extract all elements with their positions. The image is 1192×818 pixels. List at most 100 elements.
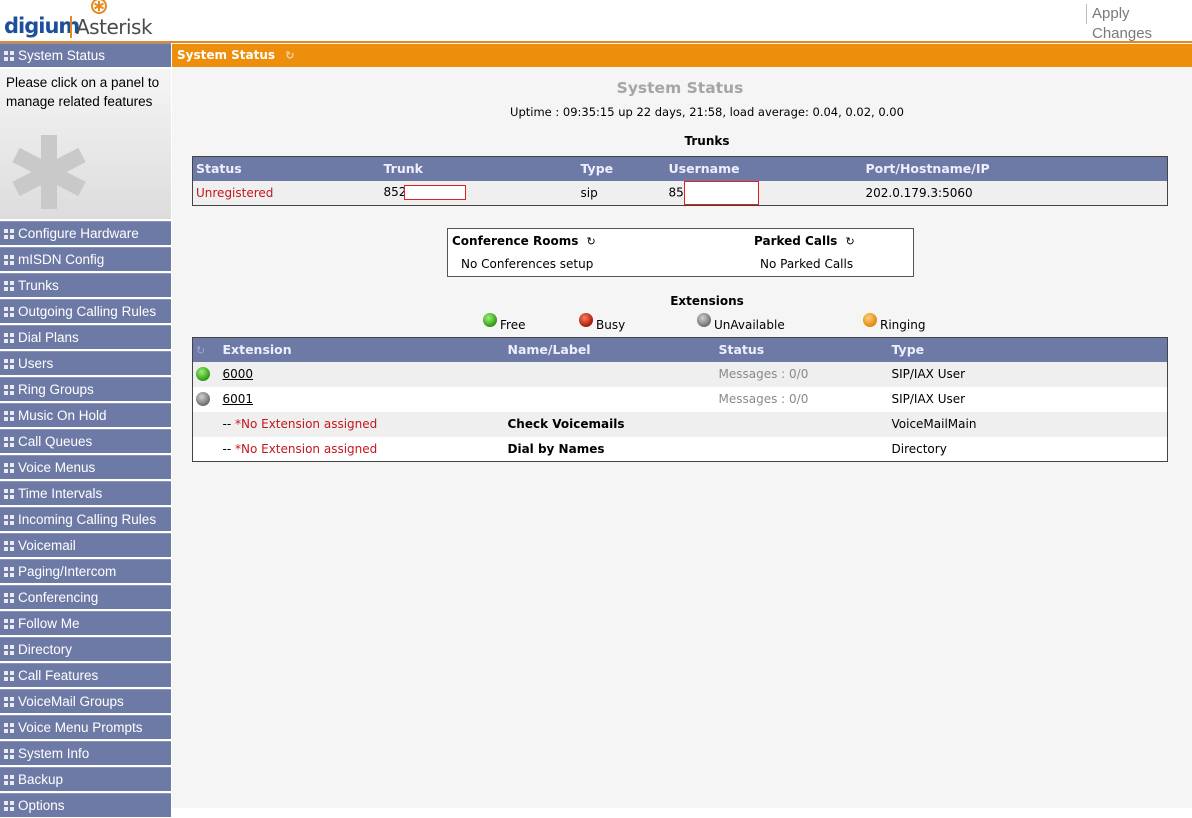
- legend-busy: Busy: [579, 313, 625, 332]
- no-extension-text: *No Extension assigned: [234, 441, 378, 456]
- sidebar-item-system-status[interactable]: System Status: [0, 43, 171, 67]
- extension-state: [193, 437, 220, 462]
- trunks-table: Status Trunk Type Username Port/Hostname…: [192, 156, 1168, 206]
- no-extension-text: *No Extension assigned: [234, 417, 378, 431]
- sidebar-item-label: VoiceMail Groups: [18, 694, 124, 709]
- sidebar: System Status Please click on a panel to…: [0, 43, 171, 817]
- apply-changes-button[interactable]: Apply Changes: [1086, 4, 1192, 42]
- sidebar-item-outgoing-calling-rules[interactable]: Outgoing Calling Rules: [0, 299, 171, 323]
- sidebar-item-configure-hardware[interactable]: Configure Hardware: [0, 221, 171, 245]
- extension-link[interactable]: 6001: [223, 392, 254, 406]
- sidebar-item-options[interactable]: Options: [0, 793, 171, 817]
- legend-label: Busy: [596, 318, 626, 332]
- sidebar-item-directory[interactable]: Directory: [0, 637, 171, 661]
- panel-grid-icon: [4, 281, 14, 291]
- extension-number: 6000: [219, 361, 505, 387]
- column-header: Extension: [219, 337, 505, 362]
- column-header: Name/Label: [504, 337, 716, 362]
- panel-grid-icon: [4, 359, 14, 369]
- sidebar-item-dial-plans[interactable]: Dial Plans: [0, 325, 171, 349]
- trunk-username: 85: [665, 180, 863, 206]
- column-header: Type: [577, 156, 666, 181]
- extension-link[interactable]: 6000: [223, 367, 254, 381]
- sidebar-item-ring-groups[interactable]: Ring Groups: [0, 377, 171, 401]
- sidebar-item-label: Voice Menu Prompts: [18, 720, 143, 735]
- conference-rooms-value: No Conferences setup: [461, 257, 594, 271]
- panel-grid-icon: [4, 619, 14, 629]
- sidebar-item-misdn-config[interactable]: mISDN Config: [0, 247, 171, 271]
- logo-separator: [70, 16, 72, 38]
- panel-grid-icon: [4, 463, 14, 473]
- logo-asterisk-text: Asterisk: [76, 15, 153, 39]
- table-row: -- *No Extension assigned Check Voicemai…: [192, 411, 1168, 437]
- parked-calls-label-text: Parked Calls: [754, 234, 838, 248]
- trunk-name-text: 852: [383, 185, 407, 200]
- legend-ringing: Ringing: [863, 313, 925, 332]
- panel-grid-icon: [4, 567, 14, 577]
- panel-grid-icon: [4, 723, 14, 733]
- extension-type: VoiceMailMain: [888, 411, 1168, 437]
- sidebar-item-users[interactable]: Users: [0, 351, 171, 375]
- sidebar-item-label: System Status: [18, 48, 106, 63]
- sidebar-item-label: mISDN Config: [18, 252, 105, 267]
- extension-state: [193, 387, 220, 412]
- extension-status: [716, 437, 889, 462]
- sidebar-item-label: Configure Hardware: [18, 226, 139, 241]
- table-row: 6001 Messages : 0/0 SIP/IAX User: [193, 387, 1168, 412]
- extension-status: [715, 411, 889, 437]
- sidebar-item-conferencing[interactable]: Conferencing: [0, 585, 171, 609]
- panel-grid-icon: [4, 255, 14, 265]
- green-status-icon: [196, 366, 210, 381]
- green-status-icon: [483, 313, 497, 327]
- trunk-name: 852: [380, 180, 578, 206]
- panel-grid-icon: [4, 229, 14, 239]
- extension-type: SIP/IAX User: [888, 361, 1168, 387]
- legend-free: Free: [483, 313, 525, 332]
- panel-grid-icon: [4, 489, 14, 499]
- main-content: System Status ↻ System Status Uptime : 0…: [172, 43, 1192, 808]
- sidebar-item-label: Call Features: [18, 668, 99, 683]
- sidebar-item-music-on-hold[interactable]: Music On Hold: [0, 403, 171, 427]
- refresh-icon[interactable]: ↻: [846, 235, 855, 248]
- extension-type: Directory: [891, 441, 947, 456]
- red-status-icon: [579, 313, 593, 327]
- extension-name: [505, 387, 716, 412]
- sidebar-item-label: Time Intervals: [18, 486, 103, 501]
- sidebar-item-backup[interactable]: Backup: [0, 767, 171, 791]
- legend-label: Free: [500, 318, 526, 332]
- sidebar-item-time-intervals[interactable]: Time Intervals: [0, 481, 171, 505]
- refresh-icon[interactable]: ↻: [285, 44, 294, 67]
- sidebar-item-voicemail[interactable]: Voicemail: [0, 533, 171, 557]
- panel-grid-icon: [4, 541, 14, 551]
- sidebar-item-trunks[interactable]: Trunks: [0, 273, 171, 297]
- trunk-username-text: 85: [668, 185, 684, 200]
- header: digium Asterisk Apply Changes: [0, 0, 1192, 43]
- sidebar-intro-panel: Please click on a panel to manage relate…: [0, 69, 171, 219]
- sidebar-item-voicemail-groups[interactable]: VoiceMail Groups: [0, 689, 171, 713]
- refresh-icon[interactable]: ↻: [587, 235, 596, 248]
- extension-number: 6001: [220, 387, 505, 412]
- redaction-box: [404, 185, 467, 201]
- sidebar-item-paging-intercom[interactable]: Paging/Intercom: [0, 559, 171, 583]
- sidebar-item-label: Call Queues: [18, 434, 93, 449]
- column-header: Username: [665, 156, 863, 181]
- sidebar-item-voice-menu-prompts[interactable]: Voice Menu Prompts: [0, 715, 171, 739]
- extension-name: Check Voicemails: [504, 411, 716, 437]
- parked-calls-label: Parked Calls ↻: [754, 234, 855, 248]
- sidebar-item-incoming-calling-rules[interactable]: Incoming Calling Rules: [0, 507, 171, 531]
- digium-asterisk-logo: digium Asterisk: [4, 0, 164, 40]
- sidebar-item-label: Users: [18, 356, 54, 371]
- sidebar-item-label: Voicemail: [18, 538, 76, 553]
- panel-grid-icon: [4, 645, 14, 655]
- logo-digium-text: digium: [4, 14, 80, 38]
- sidebar-intro-text: Please click on a panel to manage relate…: [6, 75, 160, 109]
- refresh-icon[interactable]: ↻: [196, 344, 205, 357]
- redaction-box: [683, 180, 759, 205]
- sidebar-item-voice-menus[interactable]: Voice Menus: [0, 455, 171, 479]
- sidebar-item-follow-me[interactable]: Follow Me: [0, 611, 171, 635]
- sidebar-item-label: Ring Groups: [18, 382, 94, 397]
- sidebar-item-call-features[interactable]: Call Features: [0, 663, 171, 687]
- extension-name: [504, 361, 716, 387]
- sidebar-item-call-queues[interactable]: Call Queues: [0, 429, 171, 453]
- sidebar-item-system-info[interactable]: System Info: [0, 741, 171, 765]
